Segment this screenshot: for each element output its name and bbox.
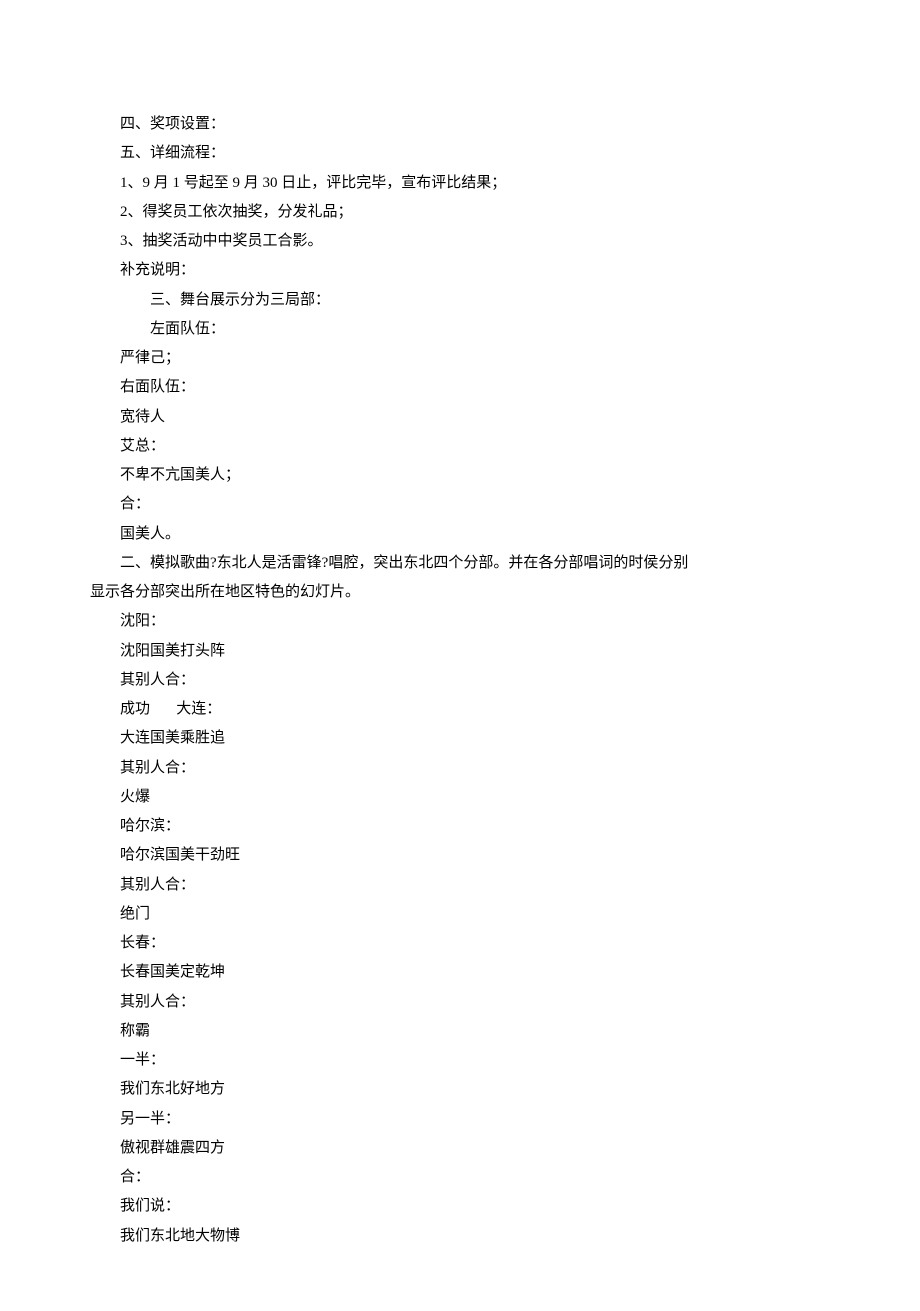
text-line: 成功 大连： (90, 695, 830, 724)
text-line: 沈阳： (90, 607, 830, 636)
text-line: 显示各分部突出所在地区特色的幻灯片。 (90, 578, 830, 607)
text-line: 合： (90, 490, 830, 519)
text-line: 我们东北好地方 (90, 1075, 830, 1104)
text-line: 三、舞台展示分为三局部： (90, 286, 830, 315)
text-line: 二、模拟歌曲?东北人是活雷锋?唱腔，突出东北四个分部。并在各分部唱词的时侯分别 (90, 549, 830, 578)
text-line: 艾总： (90, 432, 830, 461)
document-page: 四、奖项设置：五、详细流程：1、9 月 1 号起至 9 月 30 日止，评比完毕… (0, 0, 920, 1311)
text-line: 火爆 (90, 783, 830, 812)
text-line: 傲视群雄震四方 (90, 1134, 830, 1163)
text-line: 长春： (90, 929, 830, 958)
text-line: 1、9 月 1 号起至 9 月 30 日止，评比完毕，宣布评比结果； (90, 169, 830, 198)
text-line: 左面队伍： (90, 315, 830, 344)
document-content: 四、奖项设置：五、详细流程：1、9 月 1 号起至 9 月 30 日止，评比完毕… (90, 110, 830, 1251)
text-line: 2、得奖员工依次抽奖，分发礼品； (90, 198, 830, 227)
text-line: 另一半： (90, 1105, 830, 1134)
text-line: 补充说明： (90, 256, 830, 285)
text-line: 宽待人 (90, 403, 830, 432)
text-line: 四、奖项设置： (90, 110, 830, 139)
text-line: 哈尔滨国美干劲旺 (90, 841, 830, 870)
text-line: 我们东北地大物博 (90, 1222, 830, 1251)
text-line: 绝门 (90, 900, 830, 929)
text-line: 沈阳国美打头阵 (90, 637, 830, 666)
text-line: 五、详细流程： (90, 139, 830, 168)
text-line: 我们说： (90, 1192, 830, 1221)
text-line: 哈尔滨： (90, 812, 830, 841)
text-line: 称霸 (90, 1017, 830, 1046)
text-line: 合： (90, 1163, 830, 1192)
text-line: 其别人合： (90, 666, 830, 695)
text-line: 严律己； (90, 344, 830, 373)
text-line: 3、抽奖活动中中奖员工合影。 (90, 227, 830, 256)
text-line: 不卑不亢国美人； (90, 461, 830, 490)
text-line: 其别人合： (90, 754, 830, 783)
text-line: 一半： (90, 1046, 830, 1075)
text-line: 长春国美定乾坤 (90, 958, 830, 987)
text-line: 右面队伍： (90, 373, 830, 402)
text-line: 国美人。 (90, 520, 830, 549)
text-line: 其别人合： (90, 871, 830, 900)
text-line: 其别人合： (90, 988, 830, 1017)
text-line: 大连国美乘胜追 (90, 724, 830, 753)
